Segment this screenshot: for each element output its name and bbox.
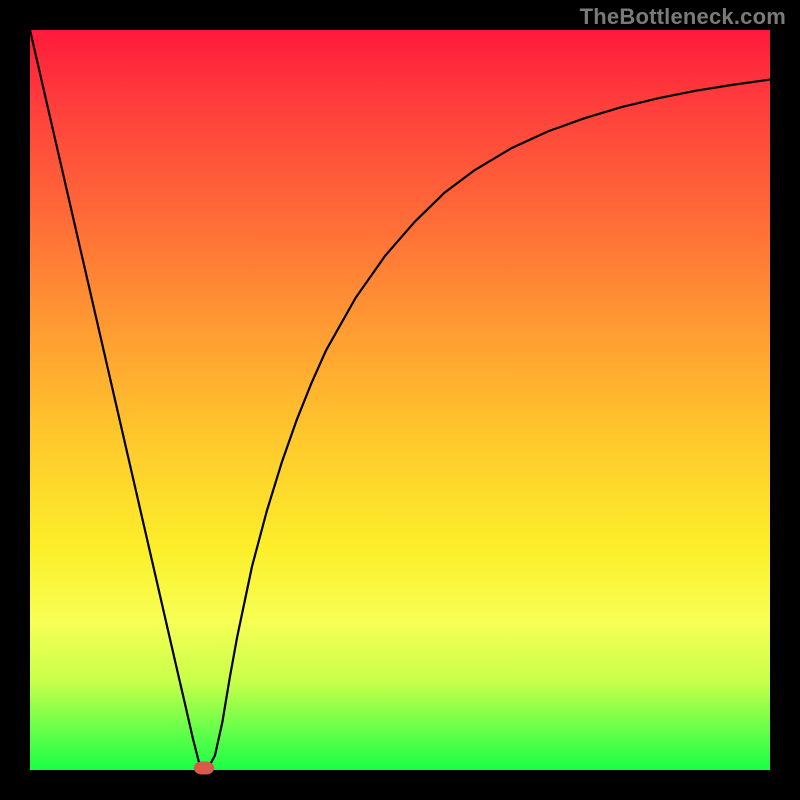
series-line [30, 30, 770, 769]
watermark-label: TheBottleneck.com [580, 4, 786, 30]
chart-line-layer [30, 30, 770, 770]
minimum-marker [194, 761, 214, 774]
chart-frame: TheBottleneck.com [0, 0, 800, 800]
plot-area [30, 30, 770, 770]
